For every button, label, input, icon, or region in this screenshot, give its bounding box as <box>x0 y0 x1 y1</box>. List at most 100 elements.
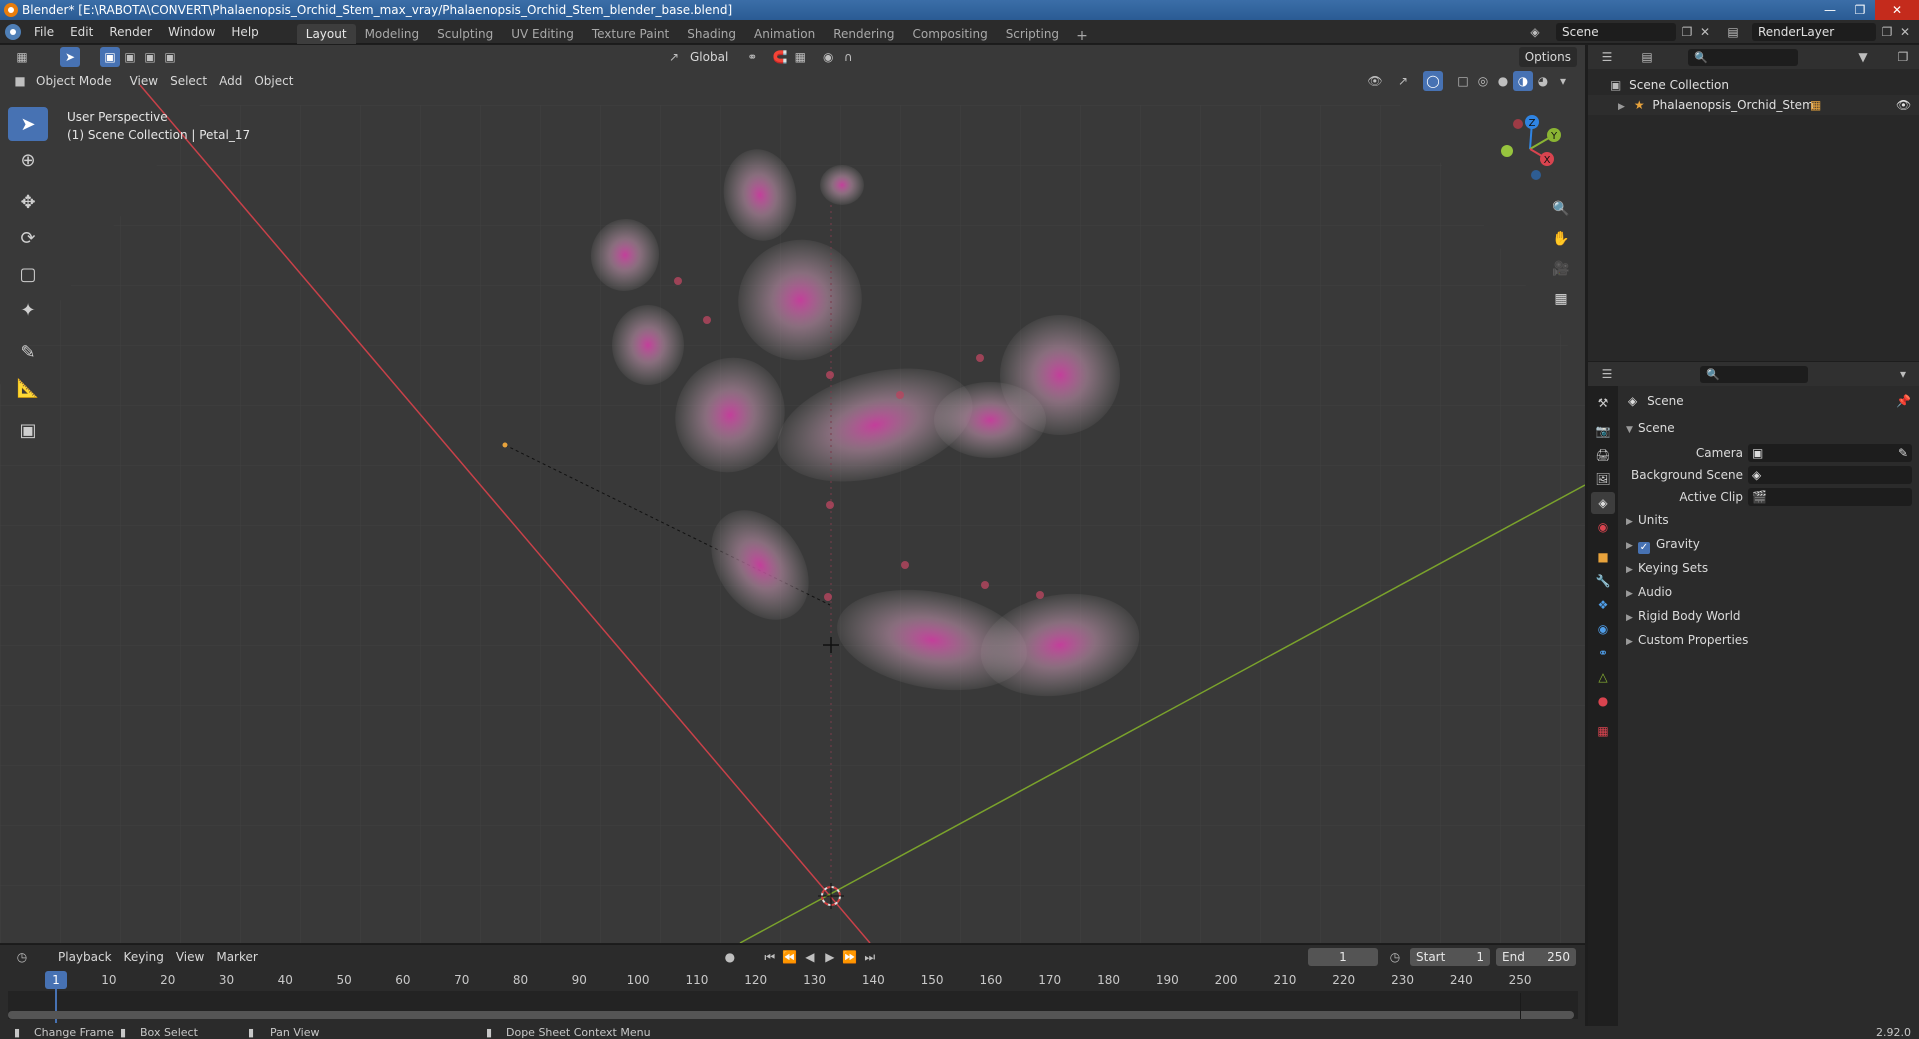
wireframe-shading-icon[interactable]: ◎ <box>1473 71 1493 91</box>
tool-tab-icon[interactable]: ⚒ <box>1591 392 1615 414</box>
viewport-menu-view[interactable]: View <box>124 71 164 91</box>
constraints-tab-icon[interactable]: ⚭ <box>1591 642 1615 664</box>
pan-hand-icon[interactable]: ✋ <box>1548 226 1574 252</box>
camera-view-icon[interactable]: 🎥 <box>1548 256 1574 282</box>
pivot-icon[interactable]: ⚭ <box>742 47 762 67</box>
measure-icon[interactable]: 📐 <box>8 371 48 405</box>
maximize-icon[interactable]: ❐ <box>1845 0 1875 20</box>
tab-scripting[interactable]: Scripting <box>997 24 1068 44</box>
panel-units[interactable]: ▶ Units <box>1626 510 1669 530</box>
new-layer-icon[interactable]: ❐ <box>1878 23 1896 41</box>
play-reverse-icon[interactable]: ◀ <box>800 947 820 967</box>
select-extend-icon[interactable]: ▣ <box>120 47 140 67</box>
navigation-gizmo[interactable]: Z Y X <box>1490 109 1570 189</box>
tab-modeling[interactable]: Modeling <box>356 24 429 44</box>
tab-uv-editing[interactable]: UV Editing <box>502 24 583 44</box>
timeline-editor-type-icon[interactable]: ◷ <box>12 947 32 967</box>
scene-section-header[interactable]: ▼ Scene <box>1626 418 1675 438</box>
texture-tab-icon[interactable]: ▦ <box>1591 720 1615 742</box>
orchid-petal[interactable] <box>612 305 684 385</box>
tab-sculpting[interactable]: Sculpting <box>428 24 502 44</box>
current-frame-field[interactable]: 1 <box>1308 948 1378 966</box>
timeline-scrollbar[interactable] <box>8 1011 1574 1019</box>
shading-options-icon[interactable]: ▾ <box>1553 71 1573 91</box>
view-layer-tab-icon[interactable]: 🖼 <box>1591 468 1615 490</box>
transform-orientation-dropdown[interactable]: Global <box>684 47 734 67</box>
material-tab-icon[interactable]: ● <box>1591 690 1615 712</box>
move-icon[interactable]: ✥ <box>8 185 48 219</box>
scene-selector[interactable]: Scene <box>1556 23 1676 41</box>
select-box-icon[interactable]: ➤ <box>8 107 48 141</box>
start-frame-field[interactable]: Start 1 <box>1410 948 1490 966</box>
jump-end-icon[interactable]: ⏭ <box>860 947 880 967</box>
object-mode-icon[interactable]: ■ <box>10 71 30 91</box>
display-mode-icon[interactable]: ▤ <box>1638 48 1656 66</box>
pin-icon[interactable]: 📌 <box>1896 390 1911 412</box>
tab-shading[interactable]: Shading <box>678 24 745 44</box>
data-tab-icon[interactable]: △ <box>1591 666 1615 688</box>
scale-icon[interactable]: ▢ <box>8 257 48 291</box>
select-subtract-icon[interactable]: ▣ <box>140 47 160 67</box>
tab-layout[interactable]: Layout <box>296 23 356 44</box>
menu-help[interactable]: Help <box>223 20 266 44</box>
scene-tab-icon[interactable]: ◈ <box>1591 492 1615 514</box>
select-new-icon[interactable]: ▣ <box>100 47 120 67</box>
outliner-search-input[interactable]: 🔍 <box>1688 49 1798 66</box>
expand-arrow-icon[interactable]: ▶ <box>1618 97 1630 117</box>
menu-file[interactable]: File <box>26 20 62 44</box>
visibility-icon[interactable]: 👁 <box>1365 71 1385 91</box>
minimize-icon[interactable]: — <box>1815 0 1845 20</box>
xray-icon[interactable]: □ <box>1453 71 1473 91</box>
blender-logo-icon[interactable] <box>0 20 26 44</box>
falloff-icon[interactable]: ∩ <box>838 47 858 67</box>
new-scene-icon[interactable]: ❐ <box>1678 23 1696 41</box>
rendered-shading-icon[interactable]: ◕ <box>1533 71 1553 91</box>
menu-render[interactable]: Render <box>101 20 160 44</box>
rotate-icon[interactable]: ⟳ <box>8 221 48 255</box>
orchid-bud[interactable] <box>901 561 909 569</box>
orientation-icon[interactable]: ↗ <box>664 47 684 67</box>
options-dropdown[interactable]: Options <box>1518 47 1577 67</box>
orchid-bud[interactable] <box>824 593 832 601</box>
gizmo-toggle-icon[interactable]: ↗ <box>1393 71 1413 91</box>
eyedropper-icon[interactable]: ✎ <box>1898 442 1908 464</box>
output-tab-icon[interactable]: 🖨 <box>1591 444 1615 466</box>
viewport-menu-add[interactable]: Add <box>213 71 248 91</box>
properties-search-input[interactable]: 🔍 <box>1700 366 1808 383</box>
outliner-item-orchid-stem[interactable]: ▶ ★ Phalaenopsis_Orchid_Stem ▦ 👁 <box>1588 95 1919 115</box>
next-keyframe-icon[interactable]: ⏩ <box>840 947 860 967</box>
object-tab-icon[interactable]: ■ <box>1591 546 1615 568</box>
orchid-bud[interactable] <box>703 316 711 324</box>
solid-shading-icon[interactable]: ● <box>1493 71 1513 91</box>
camera-field[interactable]: ▣ ✎ <box>1748 444 1912 462</box>
orchid-bud[interactable] <box>976 354 984 362</box>
render-tab-icon[interactable]: 📷 <box>1591 420 1615 442</box>
snap-icon[interactable]: 🧲 <box>770 47 790 67</box>
scene-collection-row[interactable]: ▣ Scene Collection <box>1588 75 1919 95</box>
close-icon[interactable]: ✕ <box>1875 0 1919 20</box>
orchid-bud[interactable] <box>896 391 904 399</box>
panel-custom-properties[interactable]: ▶ Custom Properties <box>1626 630 1748 650</box>
timeline-menu-view[interactable]: View <box>170 947 210 967</box>
menu-window[interactable]: Window <box>160 20 223 44</box>
transform-icon[interactable]: ✦ <box>8 293 48 327</box>
viewport-menu-object[interactable]: Object <box>248 71 299 91</box>
physics-tab-icon[interactable]: ◉ <box>1591 618 1615 640</box>
timeline-menu-keying[interactable]: Keying <box>118 947 170 967</box>
timeline-ruler[interactable]: 1 10 20 30 40 50 60 70 80 90 100 110 120 130 140 150 160… <box>8 971 1578 1023</box>
delete-scene-icon[interactable]: ✕ <box>1696 23 1714 41</box>
panel-audio[interactable]: ▶ Audio <box>1626 582 1672 602</box>
cursor-icon[interactable]: ⊕ <box>8 143 48 177</box>
add-cube-icon[interactable]: ▣ <box>8 413 48 447</box>
scene-canvas[interactable] <box>0 45 1585 943</box>
viewport-menu-select[interactable]: Select <box>164 71 213 91</box>
tab-texture-paint[interactable]: Texture Paint <box>583 24 678 44</box>
delete-layer-icon[interactable]: ✕ <box>1896 23 1914 41</box>
editor-type-icon[interactable]: ▦ <box>12 47 32 67</box>
material-shading-icon[interactable]: ◑ <box>1513 71 1533 91</box>
scene-icon[interactable]: ◈ <box>1526 23 1544 41</box>
end-frame-field[interactable]: End 250 <box>1496 948 1576 966</box>
select-tool-icon[interactable]: ➤ <box>60 47 80 67</box>
add-workspace-icon[interactable]: + <box>1068 28 1096 44</box>
active-clip-field[interactable]: 🎬 <box>1748 488 1912 506</box>
